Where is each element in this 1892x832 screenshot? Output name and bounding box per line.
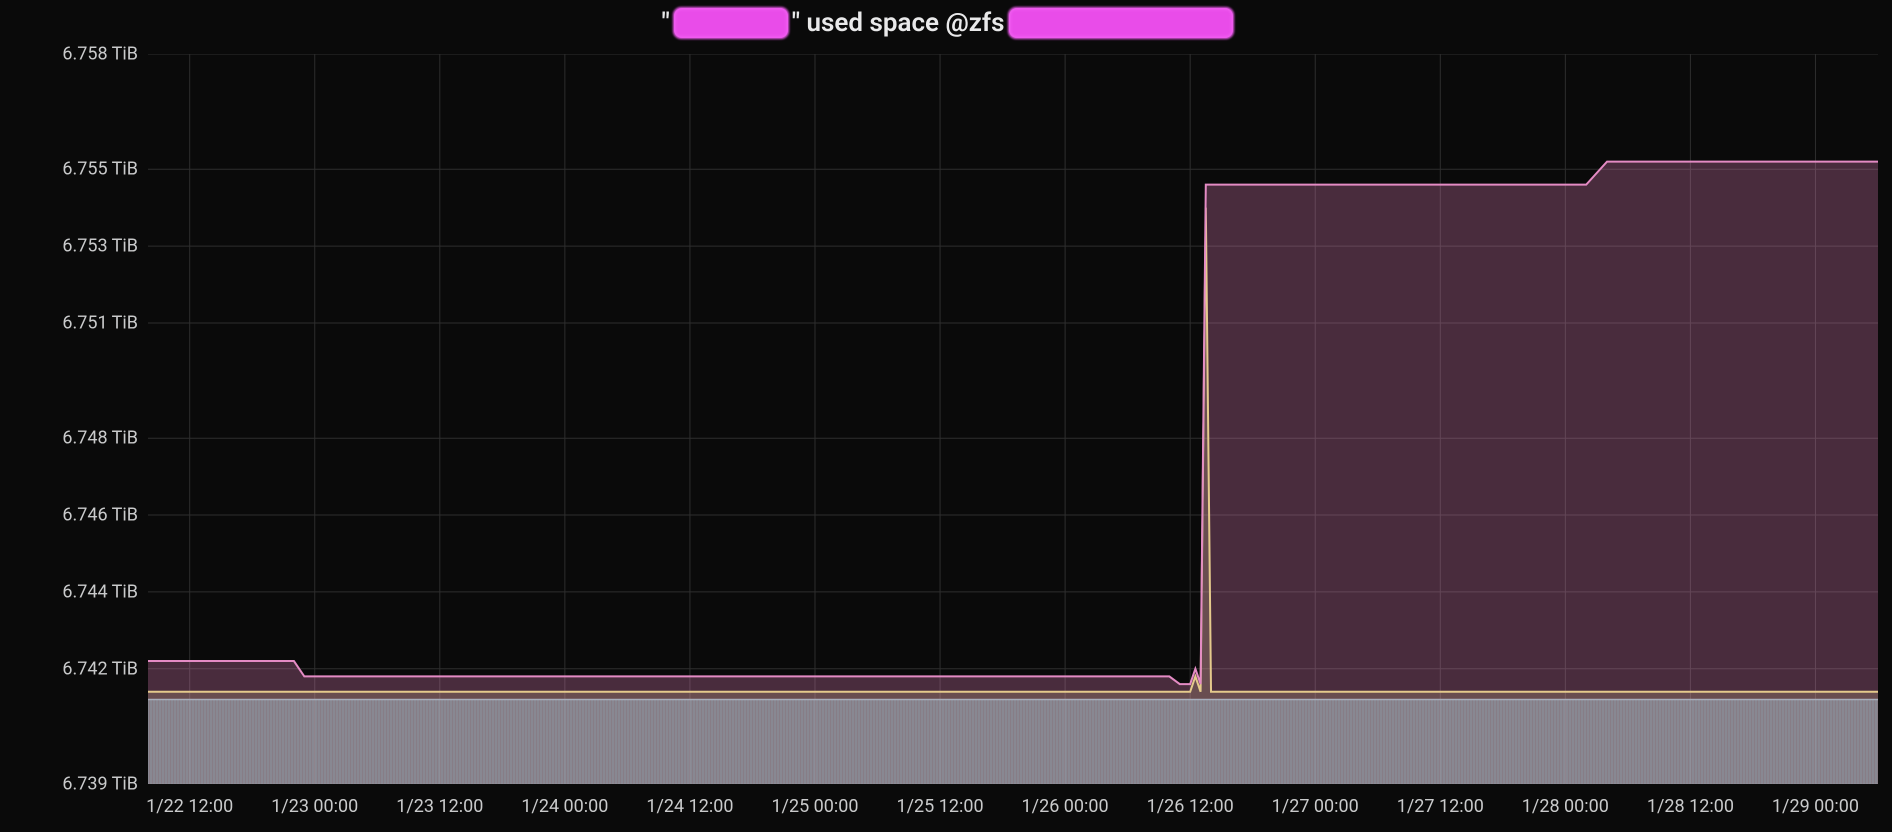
y-tick-label: 6.758 TiB	[0, 44, 144, 65]
title-mid: " used space @zfs	[792, 8, 1005, 38]
y-tick-label: 6.755 TiB	[0, 159, 144, 180]
y-tick-label: 6.751 TiB	[0, 312, 144, 333]
x-tick-label: 1/27 12:00	[1397, 796, 1484, 817]
chart-area[interactable]: 6.739 TiB 6.742 TiB 6.744 TiB 6.746 TiB 6.74…	[0, 0, 1892, 832]
chart-svg[interactable]	[148, 54, 1878, 784]
x-tick-label: 1/22 12:00	[146, 796, 233, 817]
x-tick-label: 1/24 12:00	[646, 796, 733, 817]
chart-panel[interactable]: " " used space @zfs 6.739 TiB6.742 TiB6.…	[0, 0, 1892, 832]
x-tick-label: 1/26 00:00	[1022, 796, 1109, 817]
title-prefix: "	[661, 8, 669, 38]
y-tick-label: 6.742 TiB	[0, 658, 144, 679]
y-tick-label: 6.746 TiB	[0, 505, 144, 526]
x-tick-label: 1/28 00:00	[1522, 796, 1609, 817]
redacted-label-b	[1011, 10, 1231, 36]
y-tick-label: 6.739 TiB	[0, 774, 144, 795]
x-tick-label: 1/28 12:00	[1647, 796, 1734, 817]
y-tick-label: 6.753 TiB	[0, 236, 144, 257]
x-tick-label: 1/23 12:00	[396, 796, 483, 817]
chart-title: " " used space @zfs	[0, 8, 1892, 38]
y-tick-label: 6.744 TiB	[0, 581, 144, 602]
y-tick-label: 6.748 TiB	[0, 428, 144, 449]
x-tick-label: 1/26 12:00	[1147, 796, 1234, 817]
x-tick-label: 1/25 00:00	[771, 796, 858, 817]
x-tick-label: 1/24 00:00	[521, 796, 608, 817]
x-tick-label: 1/29 00:00	[1772, 796, 1859, 817]
redacted-label-a	[676, 10, 786, 36]
x-tick-label: 1/27 00:00	[1272, 796, 1359, 817]
series-pink-area[interactable]	[148, 162, 1878, 784]
x-tick-label: 1/25 12:00	[897, 796, 984, 817]
x-tick-label: 1/23 00:00	[271, 796, 358, 817]
